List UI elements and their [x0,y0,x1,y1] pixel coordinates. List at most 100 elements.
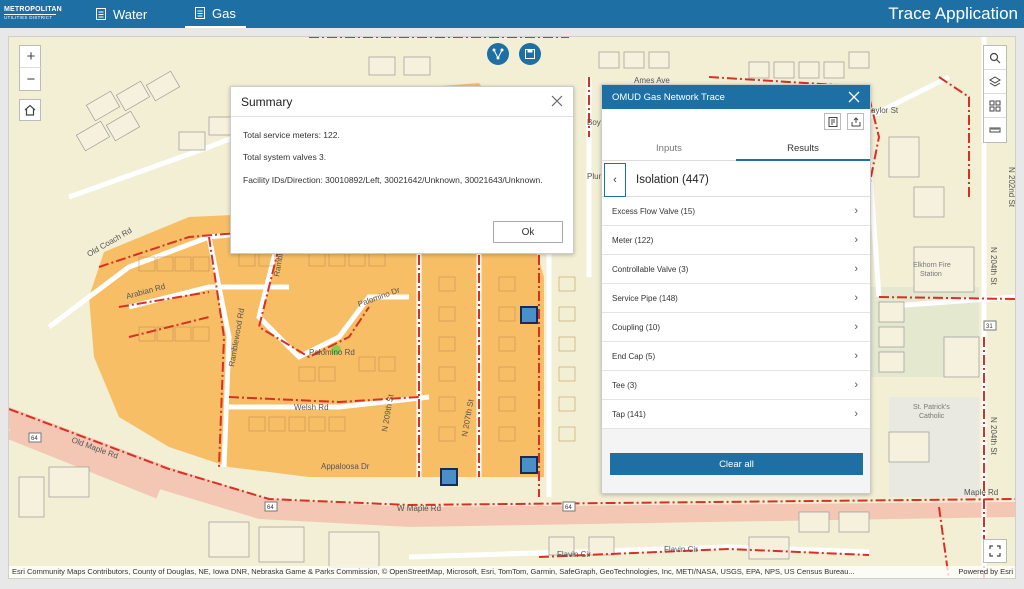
attribution-text: Esri Community Maps Contributors, County… [12,567,855,576]
close-icon[interactable] [551,95,563,107]
list-item[interactable]: Service Pipe (148) › [602,284,870,313]
report-button[interactable] [824,113,841,130]
result-label: Tap (141) [612,409,646,419]
svg-text:Flavin Cir: Flavin Cir [557,550,591,559]
chevron-right-icon: › [854,408,858,420]
result-label: Service Pipe (148) [612,293,678,303]
layers-icon [989,75,1001,87]
list-item[interactable]: Meter (122) › [602,226,870,255]
mud-logo: METROPOLITAN UTILITIES DISTRICT [4,6,62,21]
chevron-right-icon: › [854,321,858,333]
trace-panel-title: OMUD Gas Network Trace [602,85,870,109]
fullscreen-icon [989,545,1001,557]
chevron-right-icon: › [854,292,858,304]
svg-text:64: 64 [31,436,38,442]
trace-network-button[interactable] [487,43,509,65]
result-label: Tee (3) [612,380,637,390]
isolation-title: Isolation (447) [636,173,709,186]
search-icon [989,52,1001,63]
svg-text:W Maple Rd: W Maple Rd [397,504,441,513]
list-item[interactable]: Excess Flow Valve (15) › [602,197,870,226]
results-list: Excess Flow Valve (15) › Meter (122) › Con… [602,197,870,429]
save-button[interactable] [519,43,541,65]
powered-by-esri[interactable]: Powered by Esri [958,567,1013,576]
result-label: End Cap (5) [612,351,656,361]
export-button[interactable] [847,113,864,130]
home-icon [24,104,36,116]
list-item[interactable]: Tee (3) › [602,371,870,400]
svg-text:Maple Rd: Maple Rd [964,488,998,497]
summary-meters-text: Total service meters: 122. [243,130,340,140]
zoom-out-button[interactable]: − [20,68,42,90]
chevron-right-icon: › [854,350,858,362]
chevron-right-icon: › [854,379,858,391]
close-icon[interactable] [848,91,860,103]
app-title: Trace Application [888,4,1018,23]
summary-dialog: Summary Total service meters: 122. Total… [230,86,574,254]
tab-results[interactable]: Results [736,137,870,161]
document-icon [195,7,205,19]
back-button[interactable]: ‹ [604,162,626,197]
clear-all-button[interactable]: Clear all [610,453,863,475]
result-label: Controllable Valve (3) [612,264,689,274]
svg-text:Appaloosa Dr: Appaloosa Dr [321,462,370,471]
svg-text:St. Patrick's: St. Patrick's [913,404,950,411]
zoom-in-button[interactable]: + [20,46,42,68]
list-item[interactable]: Tap (141) › [602,400,870,429]
map-attribution: Esri Community Maps Contributors, County… [9,566,1015,578]
document-icon [96,8,106,20]
svg-text:Taylor St: Taylor St [867,106,899,115]
summary-valves-text: Total system valves 3. [243,152,327,163]
svg-text:31: 31 [986,324,993,330]
trace-tabs: Inputs Results [602,137,870,161]
summary-body: Total service meters: 122. Total system … [231,117,573,186]
svg-text:Catholic: Catholic [919,413,945,420]
tab-inputs[interactable]: Inputs [602,137,736,161]
measure-icon [989,127,1001,133]
report-icon [828,116,837,127]
list-item[interactable]: End Cap (5) › [602,342,870,371]
svg-text:N 202nd St: N 202nd St [1007,167,1016,208]
map-tools [983,45,1007,143]
export-icon [851,116,860,126]
search-button[interactable] [984,46,1006,70]
chevron-right-icon: › [854,205,858,217]
tab-water-label: Water [113,6,148,22]
chevron-right-icon: › [854,263,858,275]
svg-text:64: 64 [565,505,572,511]
tab-gas[interactable]: Gas [185,0,246,28]
svg-text:64: 64 [267,505,274,511]
tab-water[interactable]: Water [86,0,157,28]
svg-text:Palomino Rd: Palomino Rd [309,348,355,357]
result-label: Coupling (10) [612,322,661,332]
layers-button[interactable] [984,70,1006,94]
ok-button[interactable]: Ok [493,221,563,243]
home-button[interactable] [19,99,41,121]
tab-gas-label: Gas [212,5,236,21]
save-icon [525,49,535,59]
svg-text:Flavin Cir: Flavin Cir [664,545,698,554]
gas-network-trace-panel: OMUD Gas Network Trace Inputs Results ‹ … [601,84,871,494]
summary-title: Summary [231,87,573,117]
basemap-gallery-icon [989,100,1001,111]
logo-line1: METROPOLITAN [4,6,62,13]
chevron-left-icon: ‹ [613,173,617,186]
trace-panel-actions [824,113,864,130]
measure-button[interactable] [984,118,1006,142]
chevron-right-icon: › [854,234,858,246]
svg-text:N 204th St: N 204th St [989,417,998,456]
logo-line2: UTILITIES DISTRICT [4,14,56,21]
result-label: Meter (122) [612,235,654,245]
fullscreen-button[interactable] [983,539,1007,563]
summary-facility-ids-text: Facility IDs/Direction: 30010892/Left, 3… [243,174,543,185]
svg-text:Welsh Rd: Welsh Rd [294,403,329,412]
zoom-controls: + − [19,45,42,91]
list-item[interactable]: Controllable Valve (3) › [602,255,870,284]
isolation-header: ‹ Isolation (447) [602,162,870,197]
network-trace-icon [492,48,504,60]
basemap-gallery-button[interactable] [984,94,1006,118]
svg-text:Elkhorn Fire: Elkhorn Fire [913,262,951,269]
svg-text:Station: Station [920,271,942,278]
list-item[interactable]: Coupling (10) › [602,313,870,342]
top-bar: METROPOLITAN UTILITIES DISTRICT Water Ga… [0,0,1024,28]
